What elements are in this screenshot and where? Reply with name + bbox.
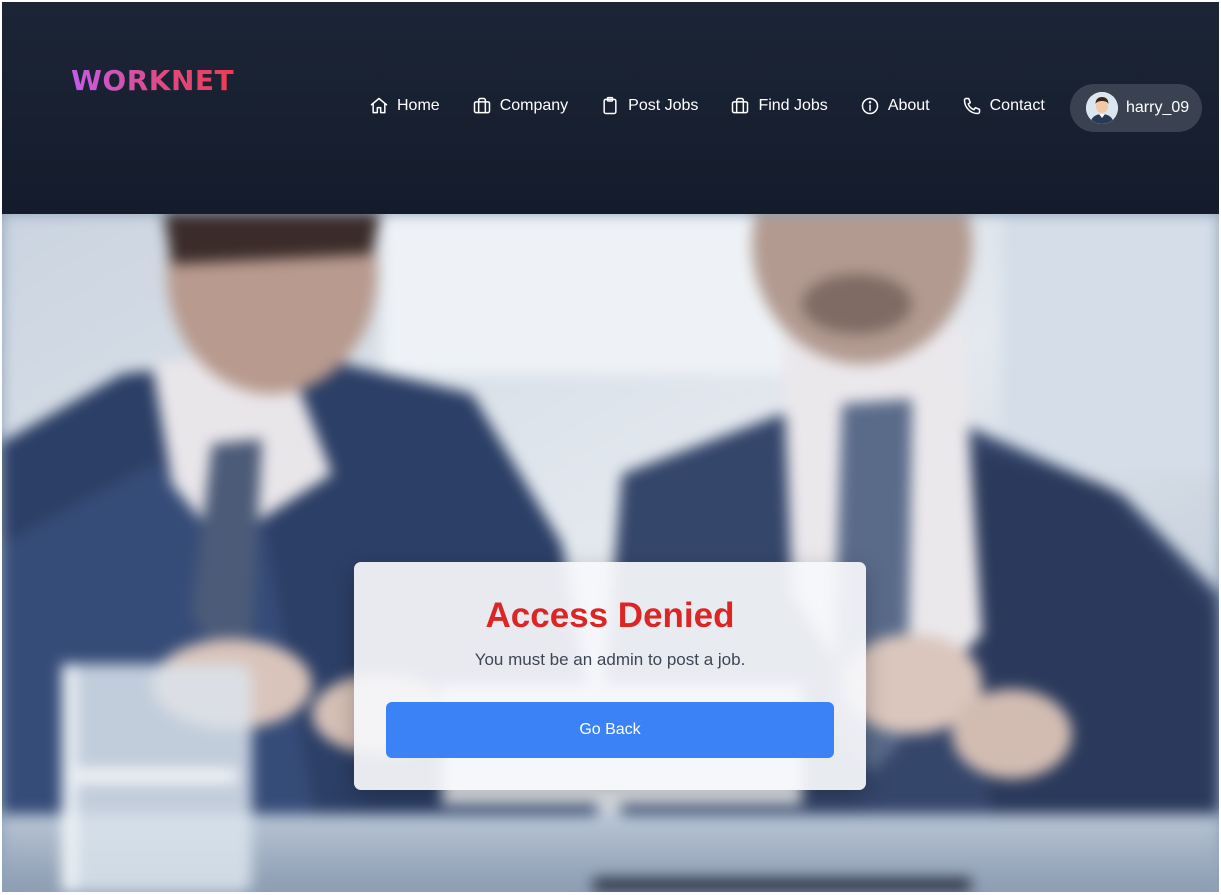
username: harry_09	[1126, 99, 1190, 116]
avatar	[1086, 92, 1118, 124]
access-denied-dialog: Access Denied You must be an admin to po…	[354, 562, 866, 790]
user-menu-button[interactable]: harry_09	[1070, 84, 1202, 132]
nav-item-company[interactable]: Company	[472, 96, 568, 116]
main-nav: Home Company Post Jobs Find Jobs About C…	[369, 96, 1045, 116]
site-logo[interactable]: WORKNET	[71, 64, 234, 97]
clipboard-icon	[603, 96, 617, 115]
nav-item-post-jobs[interactable]: Post Jobs	[600, 96, 698, 116]
nav-label: Post Jobs	[628, 97, 699, 114]
phone-icon	[963, 97, 980, 115]
briefcase-icon	[473, 97, 490, 114]
nav-label: Find Jobs	[758, 97, 828, 114]
nav-label: Company	[499, 97, 569, 114]
dialog-message: You must be an admin to post a job.	[474, 650, 746, 669]
nav-label: About	[887, 97, 930, 114]
nav-item-contact[interactable]: Contact	[962, 96, 1045, 116]
nav-label: Contact	[989, 97, 1045, 114]
app-window: WORKNET Home Company Post Jobs Find Jobs…	[2, 2, 1219, 892]
briefcase-icon	[732, 97, 749, 114]
info-icon	[861, 97, 879, 115]
nav-item-about[interactable]: About	[860, 96, 930, 116]
nav-item-find-jobs[interactable]: Find Jobs	[730, 96, 828, 116]
nav-item-home[interactable]: Home	[369, 96, 440, 116]
hero-background-image	[2, 214, 1219, 892]
go-back-button[interactable]: Go Back	[386, 702, 834, 758]
dialog-title: Access Denied	[485, 596, 735, 635]
nav-label: Home	[397, 97, 440, 114]
site-header: WORKNET Home Company Post Jobs Find Jobs…	[2, 2, 1219, 214]
home-icon	[370, 97, 388, 114]
